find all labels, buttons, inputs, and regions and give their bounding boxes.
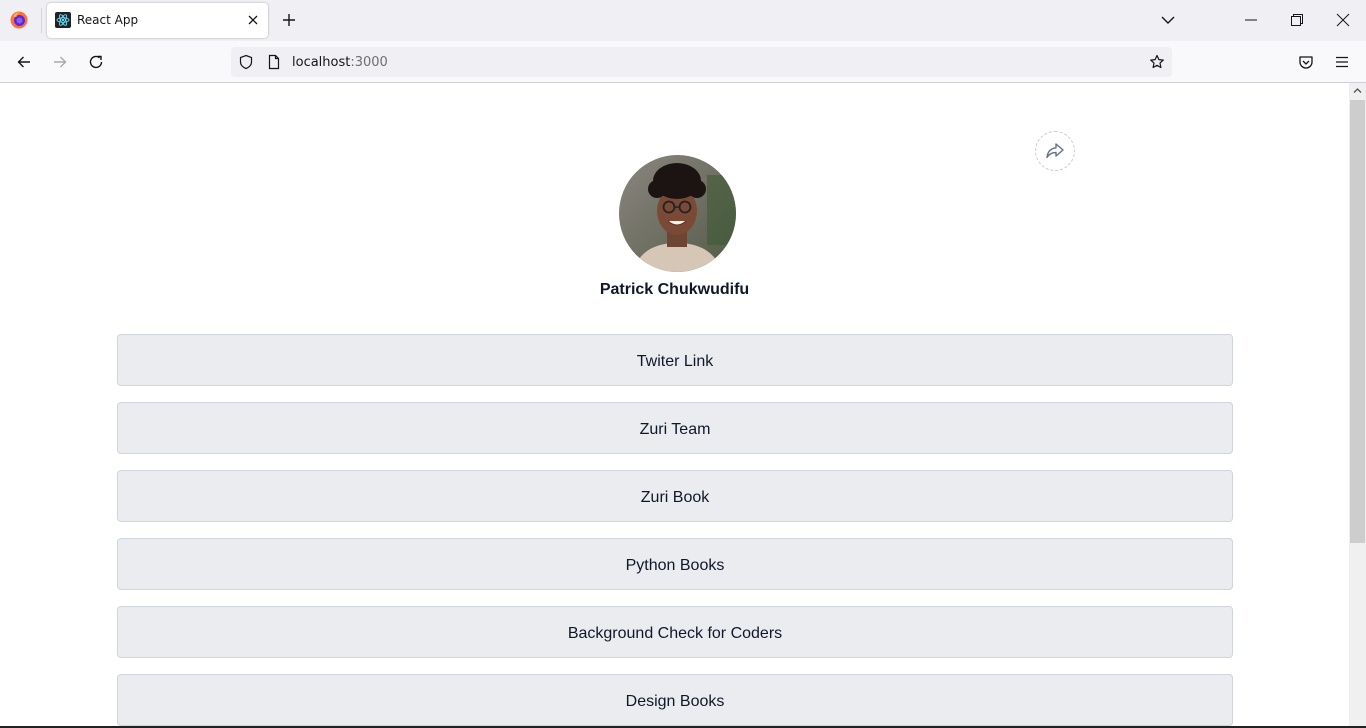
link-button-zuri-book[interactable]: Zuri Book: [117, 470, 1233, 522]
forward-arrow-icon[interactable]: [52, 54, 68, 70]
link-list: Twiter Link Zuri Team Zuri Book Python B…: [117, 334, 1233, 728]
profile-avatar[interactable]: [619, 155, 736, 272]
link-button-zuri-team[interactable]: Zuri Team: [117, 402, 1233, 454]
bookmark-star-icon[interactable]: [1149, 54, 1165, 70]
tab-react-app[interactable]: React App: [47, 3, 268, 38]
pocket-icon[interactable]: [1298, 54, 1314, 70]
new-tab-icon[interactable]: [281, 12, 297, 28]
link-button-twitter[interactable]: Twiter Link: [117, 334, 1233, 386]
scroll-up-arrow-icon[interactable]: [1353, 86, 1362, 95]
tab-strip: React App: [0, 0, 1366, 41]
page-content: Patrick Chukwudifu Twiter Link Zuri Team…: [0, 83, 1366, 728]
vertical-scrollbar[interactable]: [1349, 83, 1366, 728]
url-host: localhost: [292, 55, 351, 70]
restore-icon[interactable]: [1289, 12, 1305, 28]
list-all-tabs-icon[interactable]: [1160, 12, 1176, 28]
firefox-logo-icon[interactable]: [10, 11, 28, 29]
app-menu-hamburger-icon[interactable]: [1334, 54, 1350, 70]
minimize-icon[interactable]: [1243, 12, 1259, 28]
url-port: :3000: [350, 55, 388, 70]
link-button-python-books[interactable]: Python Books: [117, 538, 1233, 590]
reload-icon[interactable]: [88, 54, 104, 70]
tab-title: React App: [77, 13, 139, 27]
address-bar[interactable]: localhost:3000: [231, 47, 1172, 77]
profile-photo-image: [619, 155, 736, 272]
navigation-bar: localhost:3000: [0, 41, 1366, 83]
close-window-icon[interactable]: [1335, 12, 1351, 28]
url-text: localhost:3000: [292, 55, 388, 70]
react-favicon-icon: [55, 12, 71, 28]
page-info-icon[interactable]: [266, 54, 282, 70]
profile-name: Patrick Chukwudifu: [599, 281, 750, 298]
share-arrow-icon: [1046, 143, 1064, 159]
scrollbar-thumb[interactable]: [1350, 100, 1365, 543]
tracking-protection-shield-icon[interactable]: [238, 54, 254, 70]
link-button-background-check[interactable]: Background Check for Coders: [117, 606, 1233, 658]
back-arrow-icon[interactable]: [16, 54, 32, 70]
close-tab-icon[interactable]: [246, 13, 260, 27]
link-button-design-books[interactable]: Design Books: [117, 674, 1233, 726]
share-button[interactable]: [1035, 131, 1075, 171]
tab-separator: [41, 8, 42, 33]
